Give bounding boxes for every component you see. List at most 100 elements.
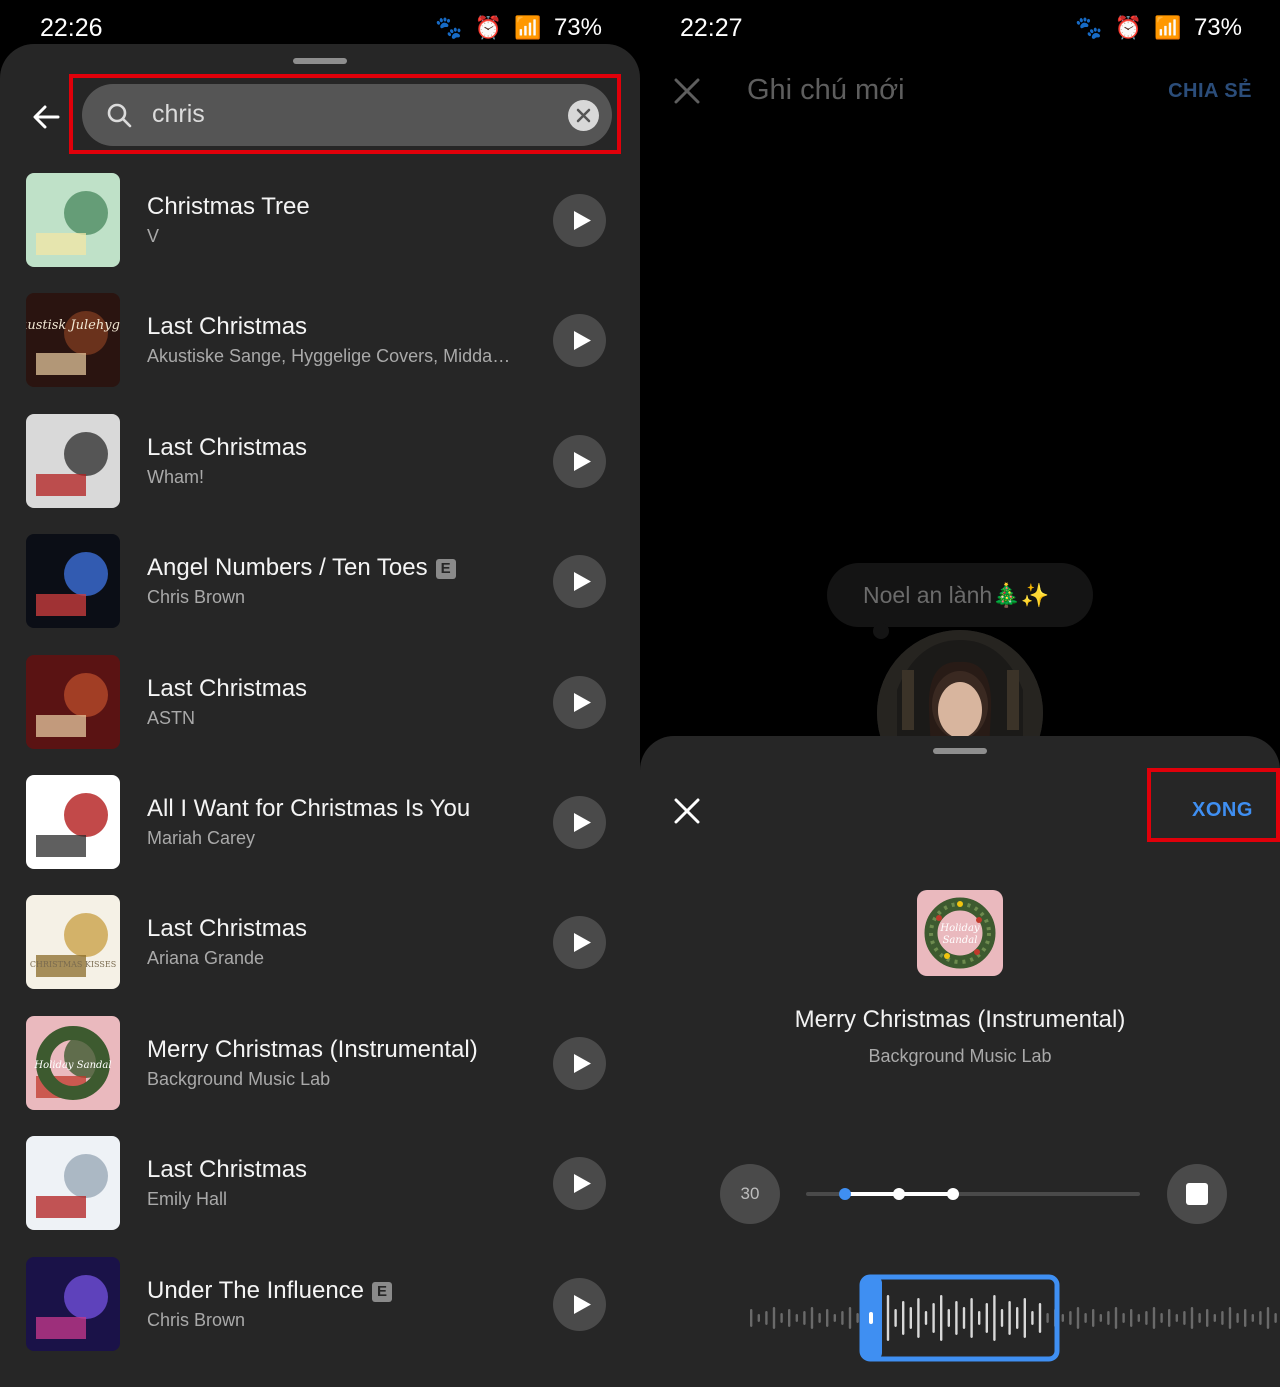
status-bar: 22:27 🐾 ⏰ 📶 73% (640, 0, 1280, 56)
slider-end-dot[interactable] (947, 1188, 959, 1200)
stop-button[interactable] (1167, 1164, 1227, 1224)
waveform-scrubber[interactable] (740, 1274, 1280, 1362)
play-button[interactable] (553, 1157, 606, 1211)
song-title-text: Angel Numbers / Ten Toes (147, 554, 428, 582)
song-artist: Akustiske Sange, Hyggelige Covers, Midda… (147, 346, 517, 367)
waveform-bar (894, 1309, 897, 1327)
waveform-bar (1099, 1314, 1102, 1322)
play-icon (574, 692, 591, 712)
share-button[interactable]: CHIA SẺ (1168, 80, 1252, 103)
slider-mid-dot[interactable] (893, 1188, 905, 1200)
duration-slider[interactable] (806, 1188, 1140, 1200)
back-arrow-icon[interactable] (30, 100, 64, 134)
song-title: Angel Numbers / Ten Toes E (147, 554, 456, 582)
signal-icon: 📶 (514, 15, 545, 40)
status-icons: 🐾 ⏰ 📶 73% (1075, 14, 1242, 42)
waveform-bar (833, 1314, 836, 1322)
song-artist: Chris Brown (147, 1309, 246, 1330)
song-row[interactable]: Christmas Tree V (0, 173, 640, 273)
waveform-bar (1092, 1309, 1095, 1327)
play-button[interactable] (553, 675, 606, 729)
waveform-bar (1000, 1309, 1004, 1327)
waveform-bar (1107, 1311, 1110, 1325)
battery-level: 73% (1193, 14, 1242, 41)
song-row[interactable]: Akustisk Julehygge Last Christmas Akusti… (0, 293, 640, 393)
song-title: Last Christmas (147, 313, 307, 341)
waveform-bar (985, 1303, 988, 1333)
battery-level: 73% (553, 14, 602, 41)
search-music-screen: 22:26 🐾 ⏰ 📶 73% chris Christmas Tree V u… (0, 0, 640, 1387)
waveform-bar (757, 1314, 760, 1322)
waveform-selection[interactable] (859, 1274, 1060, 1362)
selected-song-artist: Background Music Lab (868, 1046, 1052, 1066)
play-button[interactable] (553, 1277, 606, 1331)
waveform-bar (1023, 1298, 1026, 1338)
song-artist: Emily Hall (147, 1189, 228, 1210)
song-row[interactable]: Last Christmas ASTN (0, 654, 640, 755)
waveform-bar (993, 1295, 996, 1341)
play-button[interactable] (553, 314, 606, 368)
play-icon (574, 1053, 591, 1073)
song-title: Last Christmas (147, 675, 307, 703)
album-cover (26, 1256, 120, 1351)
status-time: 22:26 (40, 14, 103, 42)
album-cover (26, 654, 120, 749)
play-icon (574, 1174, 591, 1194)
drag-handle[interactable] (293, 58, 347, 64)
waveform-bar (1016, 1307, 1019, 1329)
close-icon[interactable] (674, 78, 700, 104)
waveform-bar (924, 1311, 928, 1325)
cover-art-text: Akustisk Julehygge (26, 318, 120, 333)
play-button[interactable] (553, 796, 606, 849)
waveform-bar (1266, 1307, 1270, 1329)
play-button[interactable] (553, 1036, 606, 1090)
waveform-bar (1137, 1314, 1140, 1322)
play-icon (574, 451, 591, 471)
play-button[interactable] (553, 916, 606, 970)
song-title: Merry Christmas (Instrumental) (147, 1036, 478, 1064)
waveform-bar (1145, 1311, 1148, 1325)
song-title: Last Christmas (147, 434, 307, 462)
waveform-bar (1206, 1309, 1209, 1327)
cover-art-text: Holiday Sandal (33, 1060, 111, 1071)
explicit-badge: E (372, 1281, 393, 1302)
close-icon[interactable] (674, 798, 700, 824)
waveform-bar (1274, 1313, 1277, 1323)
play-icon (574, 1294, 591, 1314)
cover-art-text: CHRISTMAS KISSES (30, 960, 116, 969)
waveform-bar (1244, 1309, 1247, 1327)
drag-handle[interactable] (933, 748, 987, 754)
song-row[interactable]: Last Christmas Wham! (0, 413, 640, 514)
waveform-bar (810, 1307, 814, 1329)
waveform-bar (803, 1311, 806, 1325)
note-bubble[interactable]: Noel an lành🎄✨ (827, 563, 1093, 639)
slider-start-handle[interactable] (839, 1188, 851, 1200)
waveform-bar (940, 1295, 943, 1341)
alarm-icon: ⏰ (1114, 15, 1146, 40)
waveform-bar (856, 1313, 859, 1323)
song-row[interactable]: All I Want for Christmas Is You Mariah C… (0, 775, 640, 875)
music-picker-sheet: XONG Holiday Sandal Merry Christmas (Ins… (640, 736, 1280, 1387)
waveform-bar (795, 1314, 798, 1322)
play-button[interactable] (553, 434, 606, 488)
waveform-bar (1175, 1314, 1178, 1322)
song-row[interactable]: Holiday Sandal Merry Christmas (Instrume… (0, 1015, 640, 1116)
paw-icon: 🐾 (435, 15, 466, 40)
waveform-bar (788, 1309, 791, 1327)
duration-button[interactable]: 30 (720, 1164, 780, 1224)
waveform-bar (1183, 1311, 1186, 1325)
song-row[interactable]: Under The Influence E Chris Brown (0, 1256, 640, 1357)
play-icon (574, 933, 591, 953)
play-icon (574, 331, 591, 351)
song-row[interactable]: Last Christmas Emily Hall (0, 1136, 640, 1236)
alarm-icon: ⏰ (474, 15, 506, 40)
song-title-text: Last Christmas (147, 1156, 308, 1184)
song-row[interactable]: Angel Numbers / Ten Toes E Chris Brown (0, 534, 640, 634)
waveform-bar (826, 1309, 829, 1327)
waveform-bar (932, 1303, 935, 1333)
waveform-bar (1221, 1311, 1224, 1325)
song-row[interactable]: CHRISTMAS KISSES Last Christmas Ariana G… (0, 895, 640, 995)
song-title-text: All I Want for Christmas Is You (147, 795, 471, 822)
play-button[interactable] (553, 194, 606, 247)
play-button[interactable] (553, 555, 606, 609)
